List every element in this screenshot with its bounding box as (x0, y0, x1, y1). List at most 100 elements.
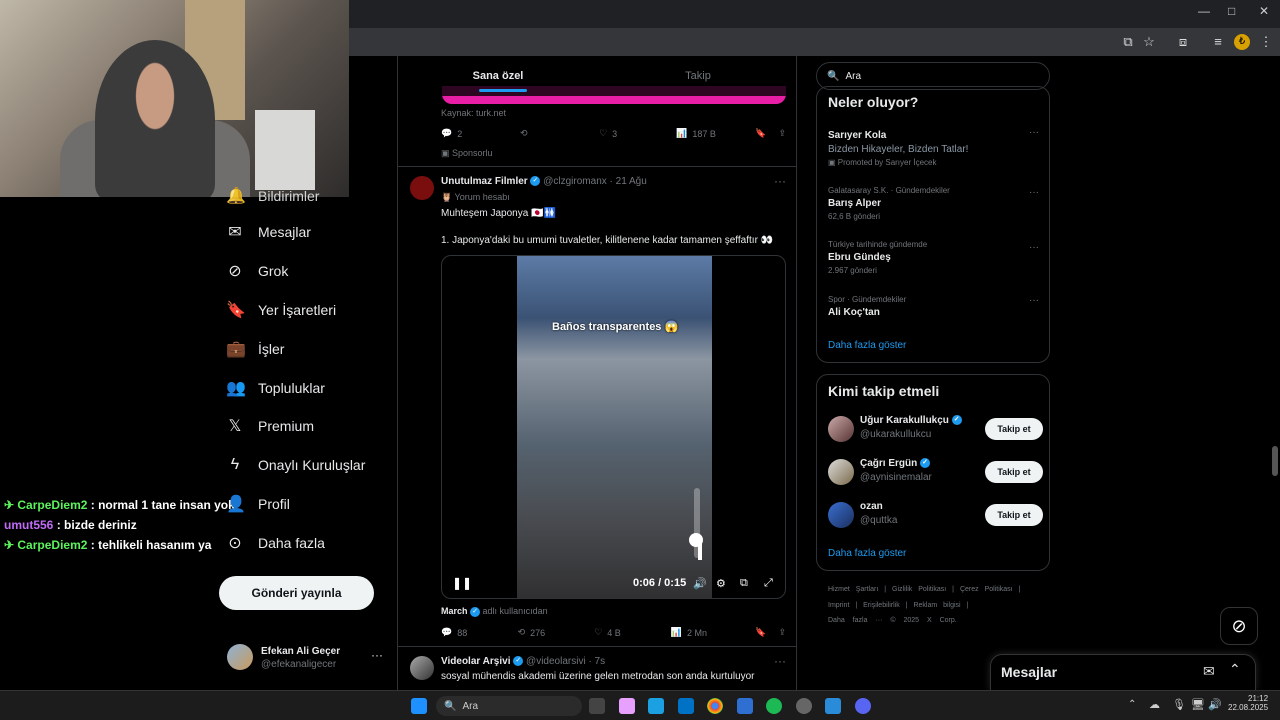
trend-more-icon[interactable]: ··· (1029, 242, 1039, 253)
show-more-trends-link[interactable]: Daha fazla göster (828, 340, 906, 351)
bookmark-button[interactable]: 🔖 (755, 128, 766, 139)
chat-message: ✈ CarpeDiem2 : normal 1 tane insan yok (4, 498, 235, 512)
taskbar-search[interactable]: 🔍 Ara (436, 696, 582, 716)
close-button[interactable]: ✕ (1259, 4, 1269, 18)
expand-icon[interactable]: ⌃ (1229, 661, 1241, 678)
repost-button[interactable]: ⟲ 276 (518, 627, 595, 638)
trend-more-icon[interactable]: ··· (1029, 127, 1039, 138)
maximize-button[interactable]: □ (1228, 4, 1235, 18)
tweet-author[interactable]: Unutulmaz Filmler (441, 176, 528, 187)
messages-drawer[interactable]: Mesajlar ✉ ⌃ (990, 654, 1256, 690)
more-icon[interactable]: ··· (371, 648, 383, 662)
like-button[interactable]: ♡ 4 B (594, 627, 671, 638)
grok-floating-button[interactable]: ⊘ (1220, 607, 1258, 645)
discord-icon[interactable] (855, 698, 871, 714)
windows-start-icon[interactable] (411, 698, 427, 714)
video-player[interactable]: Baños transparentes 😱 ❚❚ 0:06 / 0:15 🔊 ⚙… (441, 255, 786, 599)
bookmark-star-icon[interactable]: ☆ (1141, 34, 1157, 50)
video-controls: ❚❚ 0:06 / 0:15 🔊 ⚙ ⧉ ⤢ (442, 568, 785, 598)
sidebar-item-profile[interactable]: 👤 Profil (226, 492, 290, 516)
sidebar-item-messages[interactable]: ✉ Mesajlar (226, 220, 311, 244)
tweet-date[interactable]: · 7s (588, 656, 605, 667)
follow-button[interactable]: Takip et (985, 418, 1043, 440)
minimize-button[interactable]: — (1198, 4, 1210, 18)
fullscreen-icon[interactable]: ⤢ (764, 577, 773, 590)
tweet-handle[interactable]: @videolarsivi (526, 656, 586, 667)
tab-for-you[interactable]: Sana özel (398, 56, 598, 96)
mic-icon[interactable]: 🎙 (1172, 698, 1186, 711)
task-view-icon[interactable] (589, 698, 605, 714)
app-icon[interactable] (825, 698, 841, 714)
bookmark-button[interactable]: 🔖 (755, 627, 766, 638)
reply-button[interactable]: 💬 88 (441, 627, 518, 638)
sidebar-item-premium[interactable]: 𝕏 Premium (226, 414, 314, 438)
sidebar-item-grok[interactable]: ⊘ Grok (226, 259, 288, 283)
clock[interactable]: 21:12 22.08.2025 (1228, 694, 1268, 712)
views-button[interactable]: 📊 2 Mn (671, 627, 755, 638)
bookmark-icon: 🔖 (755, 128, 767, 138)
page-scrollbar[interactable] (1270, 56, 1280, 690)
sidebar-item-notifications[interactable]: 🔔 Bildirimler (226, 184, 319, 208)
show-more-follow-link[interactable]: Daha fazla göster (828, 548, 906, 559)
volume-icon[interactable]: 🔊 (1208, 698, 1222, 711)
extensions-icon[interactable]: ⧈ (1175, 34, 1191, 50)
copilot-icon[interactable] (619, 698, 635, 714)
sidebar-item-verified-orgs[interactable]: ϟ Onaylı Kuruluşlar (226, 453, 366, 477)
follow-suggestion[interactable]: ozan @quttka Takip et (828, 498, 1043, 532)
tab-following[interactable]: Takip (598, 56, 796, 96)
tweet-date[interactable]: · 21 Ağu (610, 176, 647, 187)
volume-icon[interactable]: 🔊 (693, 577, 707, 590)
edge-icon[interactable] (648, 698, 664, 714)
outlook-icon[interactable] (678, 698, 694, 714)
trend-item[interactable]: Türkiye tarihinde gündemde Ebru Gündeş 2… (828, 240, 1043, 275)
repost-button[interactable]: ⟲ (520, 128, 599, 139)
settings-icon[interactable]: ⚙ (716, 577, 726, 590)
trend-item[interactable]: Galatasaray S.K. · Gündemdekiler Barış A… (828, 186, 1043, 221)
tweet-more-icon[interactable]: ··· (774, 654, 786, 668)
trend-more-icon[interactable]: ··· (1029, 295, 1039, 306)
tweet-handle[interactable]: @clzgiromanx (543, 176, 607, 187)
reply-button[interactable]: 💬 2 (441, 128, 520, 139)
avatar (828, 459, 854, 485)
sidebar-item-communities[interactable]: 👥 Topluluklar (226, 376, 325, 400)
scrollbar-thumb[interactable] (1272, 446, 1278, 476)
follow-suggestion[interactable]: Çağrı Ergün ✓ @aynisinemalar Takip et (828, 455, 1043, 489)
new-message-icon[interactable]: ✉ (1203, 663, 1215, 680)
trend-item[interactable]: Spor · Gündemdekiler Ali Koç'tan (828, 295, 1043, 318)
pause-icon[interactable]: ❚❚ (452, 576, 472, 590)
media-queue-icon[interactable]: ≡ (1210, 34, 1226, 50)
follow-button[interactable]: Takip et (985, 504, 1043, 526)
profile-avatar-icon[interactable]: ₺ (1234, 34, 1250, 50)
views-button[interactable]: 📊 187 B (676, 128, 755, 139)
install-app-icon[interactable]: ⧉ (1120, 34, 1136, 50)
volume-handle[interactable] (689, 533, 703, 547)
sidebar-item-jobs[interactable]: 💼 İşler (226, 337, 284, 361)
share-button[interactable]: ⇪ (778, 627, 786, 638)
follow-suggestion[interactable]: Uğur Karakullukçu ✓ @ukarakullukcu Takip… (828, 412, 1043, 446)
account-switcher[interactable]: Efekan Ali Geçer @efekanaligecer ··· (227, 644, 387, 676)
ad-source[interactable]: Kaynak: turk.net (441, 108, 506, 118)
onedrive-icon[interactable]: ☁ (1149, 698, 1160, 711)
network-icon[interactable]: 🖥 (1191, 698, 1205, 711)
tray-chevron-icon[interactable]: ⌃ (1128, 699, 1136, 710)
search-input[interactable]: Ara (845, 71, 861, 82)
sidebar-item-bookmarks[interactable]: 🔖 Yer İşaretleri (226, 298, 336, 322)
follow-button[interactable]: Takip et (985, 461, 1043, 483)
share-button[interactable]: ⇪ (778, 128, 786, 139)
chrome-icon[interactable] (707, 698, 723, 714)
sidebar-item-more[interactable]: ⊙ Daha fazla (226, 531, 325, 555)
trend-item[interactable]: Sarıyer Kola Bizden Hikayeler, Bizden Ta… (828, 127, 1043, 167)
notepad-icon[interactable] (737, 698, 753, 714)
post-button[interactable]: Gönderi yayınla (219, 576, 374, 610)
tweet-avatar[interactable] (410, 656, 434, 680)
tweet-author[interactable]: Videolar Arşivi (441, 656, 510, 667)
tweet-avatar[interactable] (410, 176, 434, 200)
like-button[interactable]: ♡ 3 (599, 128, 676, 139)
tweet-more-icon[interactable]: ··· (774, 174, 786, 188)
spotify-icon[interactable] (766, 698, 782, 714)
browser-menu-icon[interactable]: ⋮ (1258, 34, 1274, 50)
video-caption: Baños transparentes 😱 (552, 321, 679, 333)
trend-more-icon[interactable]: ··· (1029, 187, 1039, 198)
app-icon[interactable] (796, 698, 812, 714)
pip-icon[interactable]: ⧉ (740, 577, 748, 590)
